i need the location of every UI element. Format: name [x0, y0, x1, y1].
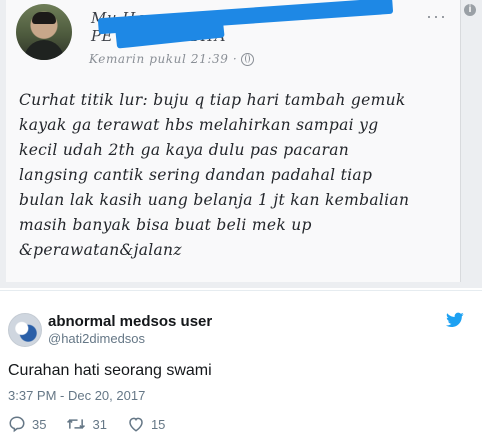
more-options-icon: ···	[426, 6, 447, 26]
reply-count: 35	[32, 416, 47, 432]
post-line: &perawatan&jalanz	[19, 241, 182, 259]
post-line: masih banyak bisa buat beli mek up	[19, 216, 312, 234]
reply-icon	[9, 416, 25, 433]
post-line: kecil udah 2th ga kaya dulu pas pacaran	[19, 141, 350, 159]
globe-icon	[241, 52, 255, 66]
post-line: bulan lak kasih uang belanja 1 jt kan ke…	[19, 191, 410, 209]
post-line: kayak ga terawat hbs melahirkan sampai y…	[19, 116, 379, 134]
post-line: langsing cantik sering dandan padahal ti…	[19, 166, 373, 184]
post-line: Curhat titik lur: buju q tiap hari tamba…	[19, 91, 406, 109]
reply-button[interactable]: 35	[8, 415, 46, 433]
tweet-actions: 35 31 15	[8, 415, 185, 433]
tweet-author-handle[interactable]: @hati2dimedsos	[48, 331, 145, 346]
facebook-timestamp: Kemarin pukul 21:39 ·	[89, 52, 238, 66]
retweet-count: 31	[92, 416, 107, 432]
retweet-button[interactable]: 31	[66, 415, 107, 433]
info-icon[interactable]: i	[464, 4, 476, 16]
facebook-post-body: Curhat titik lur: buju q tiap hari tamba…	[19, 88, 459, 263]
like-count: 15	[150, 416, 166, 432]
avatar[interactable]	[8, 313, 42, 347]
facebook-post-card: Mu Ha PE ALANG RAYA Kemarin pukul 21:39 …	[6, 0, 461, 282]
tweet-author-name[interactable]: abnormal medsos user	[48, 313, 212, 330]
twitter-bird-icon[interactable]	[446, 312, 464, 328]
tweet-text: Curahan hati seorang swami	[8, 362, 212, 379]
embedded-post-image[interactable]: Mu Ha PE ALANG RAYA Kemarin pukul 21:39 …	[0, 0, 482, 288]
tweet-timestamp[interactable]: 3:37 PM - Dec 20, 2017	[8, 388, 145, 403]
divider	[0, 290, 482, 291]
facebook-author-avatar	[16, 4, 72, 60]
heart-icon	[129, 417, 143, 432]
retweet-icon	[67, 419, 86, 429]
like-button[interactable]: 15	[127, 415, 165, 433]
facebook-post-meta: Kemarin pukul 21:39 ·	[89, 52, 255, 66]
